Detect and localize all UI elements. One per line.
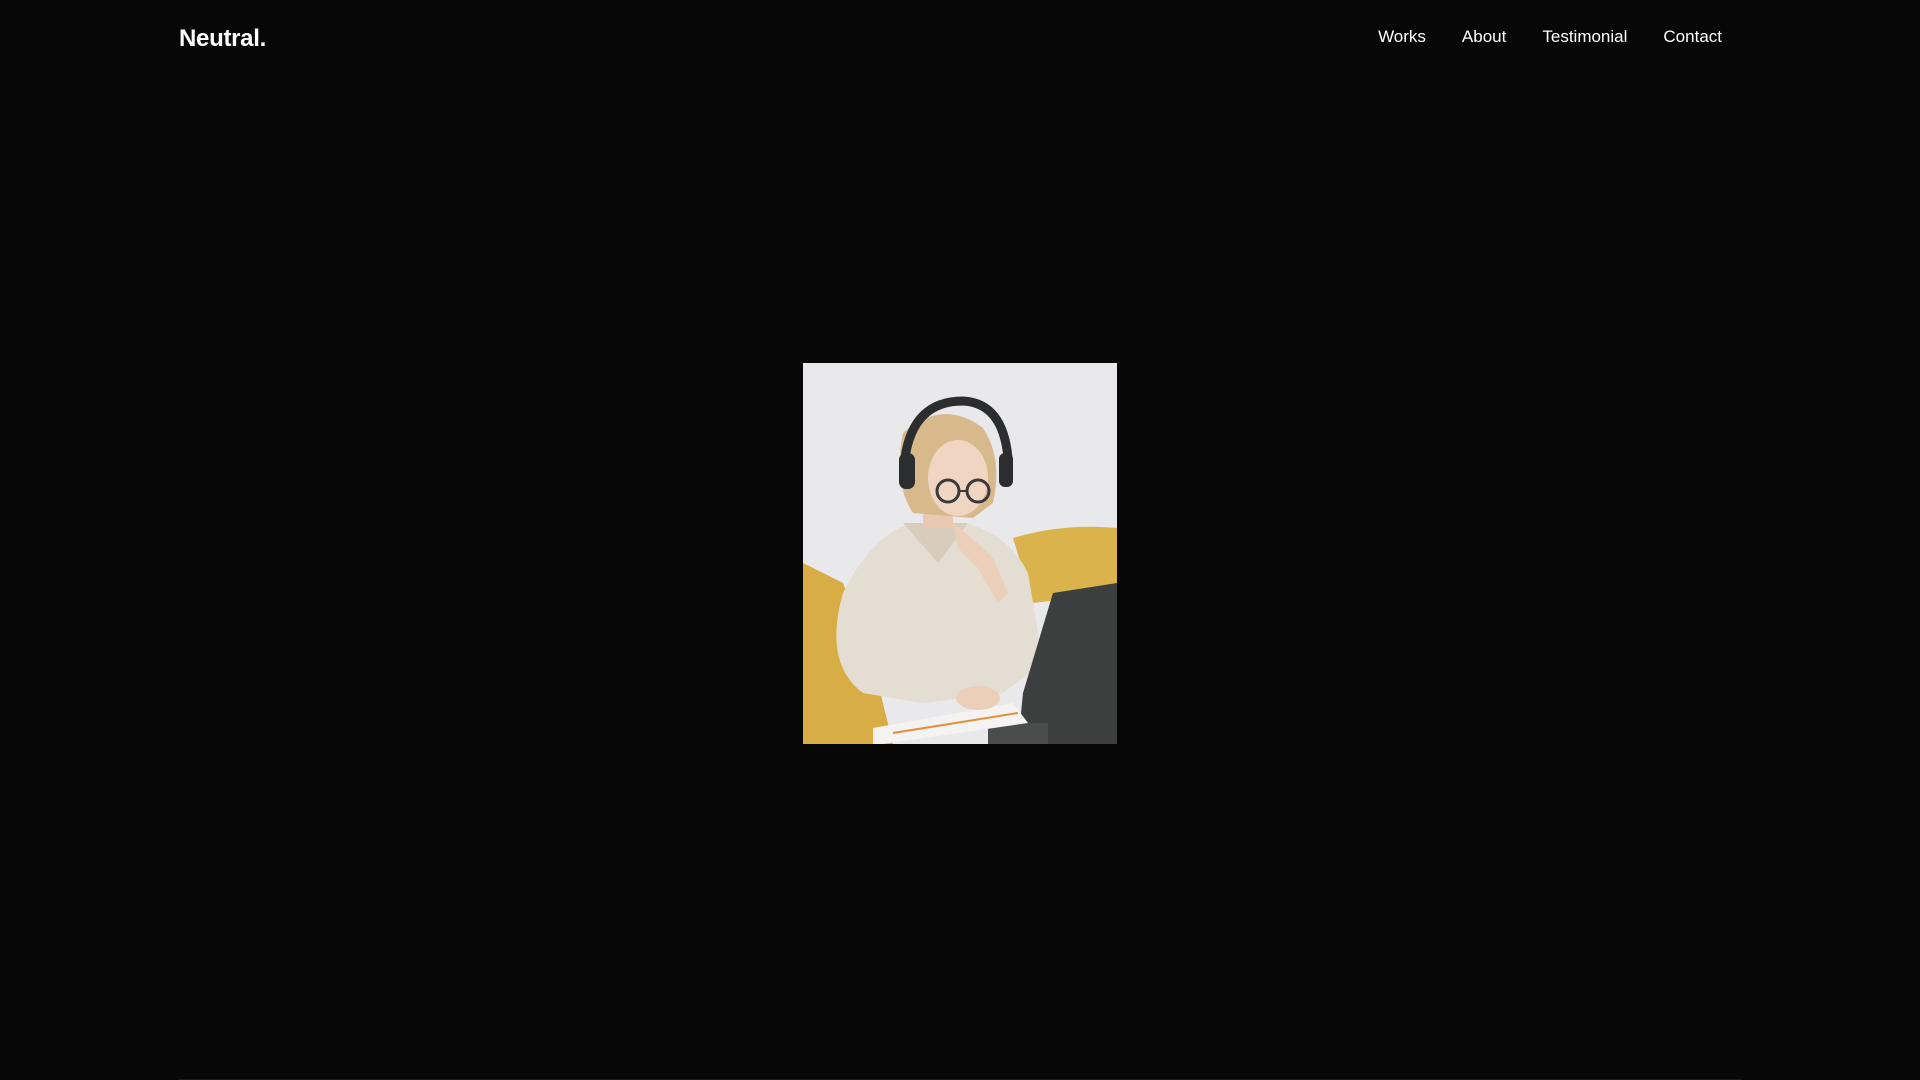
photo-illustration — [803, 363, 1117, 744]
nav-about-link[interactable]: About — [1462, 26, 1506, 48]
nav-testimonial-link[interactable]: Testimonial — [1542, 26, 1627, 48]
site-logo[interactable]: Neutral. — [179, 24, 266, 54]
main-nav: Works About Testimonial Contact — [1378, 26, 1722, 48]
site-header: Neutral. Works About Testimonial Contact — [0, 0, 1920, 76]
nav-works-link[interactable]: Works — [1378, 26, 1426, 48]
hero-photo — [803, 363, 1117, 744]
photo-headphone-right — [999, 453, 1013, 487]
page: Neutral. Works About Testimonial Contact — [0, 0, 1920, 1080]
photo-face — [928, 440, 988, 516]
photo-writing-hand — [956, 686, 1000, 710]
nav-contact-link[interactable]: Contact — [1663, 26, 1722, 48]
photo-headphone-left — [899, 453, 915, 489]
